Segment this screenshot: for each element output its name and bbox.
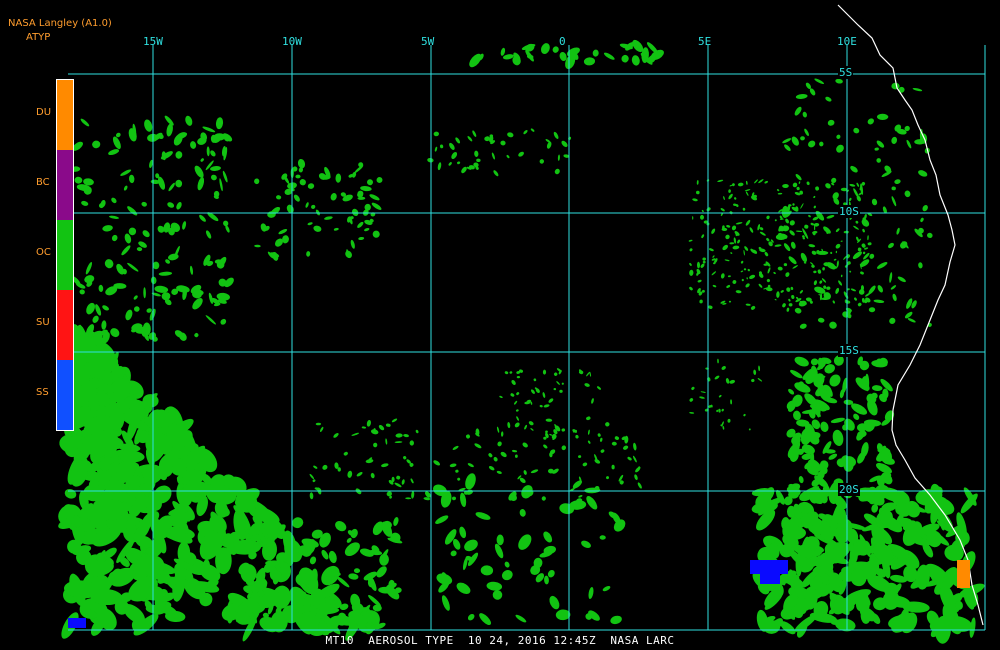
longitude-label: 5E bbox=[698, 35, 712, 48]
source-label: NASA Langley (A1.0) bbox=[8, 18, 112, 29]
legend-label-oc: OC bbox=[36, 247, 51, 258]
latitude-label: 15S bbox=[838, 344, 860, 357]
legend-swatch-ss bbox=[57, 360, 73, 430]
latitude-label: 10S bbox=[838, 205, 860, 218]
longitude-label: 10E bbox=[837, 35, 857, 48]
legend-label-bc: BC bbox=[36, 177, 50, 188]
longitude-label: 10W bbox=[282, 35, 302, 48]
longitude-label: 15W bbox=[143, 35, 163, 48]
latitude-label: 5S bbox=[838, 66, 854, 79]
ss-patch bbox=[68, 618, 86, 628]
product-label: ATYP bbox=[26, 32, 51, 43]
legend-label-su: SU bbox=[36, 317, 50, 328]
ss-patch bbox=[750, 560, 788, 574]
legend-swatch-du bbox=[57, 80, 73, 150]
footer-caption: MT10 AEROSOL TYPE 10 24, 2016 12:45Z NAS… bbox=[325, 634, 675, 647]
legend-colorbar bbox=[56, 79, 74, 431]
du-patch bbox=[957, 560, 970, 588]
aerosol-oc-blobs bbox=[58, 39, 985, 644]
aerosol-type-map bbox=[58, 4, 986, 644]
legend-swatch-su bbox=[57, 290, 73, 360]
longitude-label: 0 bbox=[559, 35, 566, 48]
legend-label-ss: SS bbox=[36, 387, 49, 398]
legend-swatch-bc bbox=[57, 150, 73, 220]
legend-swatch-oc bbox=[57, 220, 73, 290]
longitude-label: 5W bbox=[421, 35, 435, 48]
ss-patch bbox=[760, 572, 780, 584]
legend-label-du: DU bbox=[36, 107, 52, 118]
latitude-label: 20S bbox=[838, 483, 860, 496]
